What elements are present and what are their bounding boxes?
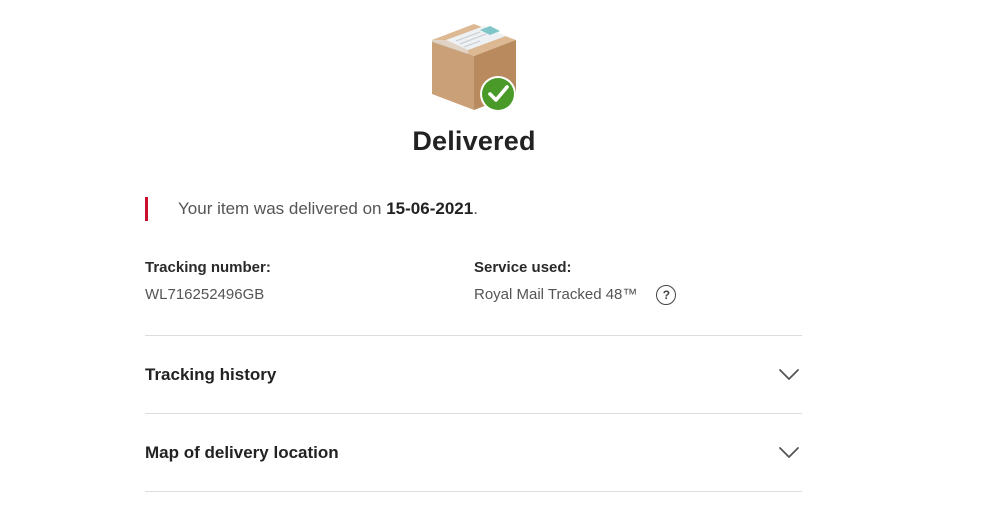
accordion-map-delivery-location[interactable]: Map of delivery location [145,414,802,492]
service-used-value: Royal Mail Tracked 48™ ? [474,284,677,306]
tracking-number-label: Tracking number: [145,259,271,276]
parcel-delivered-icon [432,24,516,112]
service-used-label: Service used: [474,259,572,276]
accordion-map-label: Map of delivery location [145,442,339,462]
accordion-tracking-history[interactable]: Tracking history [145,336,802,414]
delivery-notice: Your item was delivered on 15-06-2021. [145,197,478,221]
accordion-tracking-history-label: Tracking history [145,364,277,384]
tracking-number-value: WL716252496GB [145,284,271,306]
service-used-block: Service used: Royal Mail Tracked 48™ ? [474,258,677,306]
delivery-date: 15-06-2021 [386,199,474,218]
tracking-number-text: WL716252496GB [145,286,265,303]
help-icon[interactable]: ? [656,285,677,305]
status-heading: Delivered [412,126,536,156]
notice-prefix: Your item was delivered on [178,199,387,218]
notice-suffix: . [473,199,478,218]
service-used-text: Royal Mail Tracked 48™ [474,286,638,303]
chevron-down-icon [779,368,799,380]
tracking-number-block: Tracking number: WL716252496GB [145,258,271,306]
tracking-result-page: Delivered Your item was delivered on 15-… [0,0,1006,507]
chevron-down-icon [779,446,799,458]
details-accordion: Tracking history Map of delivery locatio… [145,335,802,492]
